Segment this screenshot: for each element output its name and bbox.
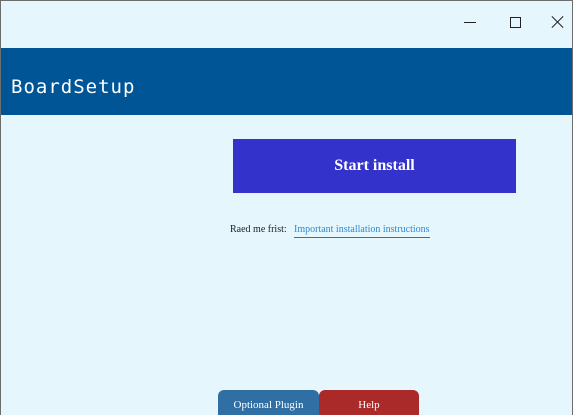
minimize-button[interactable]	[453, 7, 487, 37]
tab-help[interactable]: Help	[319, 390, 419, 415]
app-header: BoardSetup	[1, 48, 572, 115]
app-title: BoardSetup	[11, 76, 136, 98]
installation-instructions-link[interactable]: Important installation instructions	[294, 224, 430, 238]
close-button[interactable]	[541, 7, 572, 37]
minimize-icon	[464, 21, 476, 23]
tab-optional-plugin[interactable]: Optional Plugin	[218, 390, 319, 415]
start-install-button[interactable]: Start install	[233, 139, 516, 193]
app-window: BoardSetup Start install Raed me frist: …	[0, 0, 573, 415]
title-bar	[1, 1, 572, 48]
maximize-button[interactable]	[498, 7, 532, 37]
maximize-icon	[509, 16, 521, 28]
close-icon	[552, 16, 564, 28]
readme-label: Raed me frist:	[230, 224, 287, 235]
